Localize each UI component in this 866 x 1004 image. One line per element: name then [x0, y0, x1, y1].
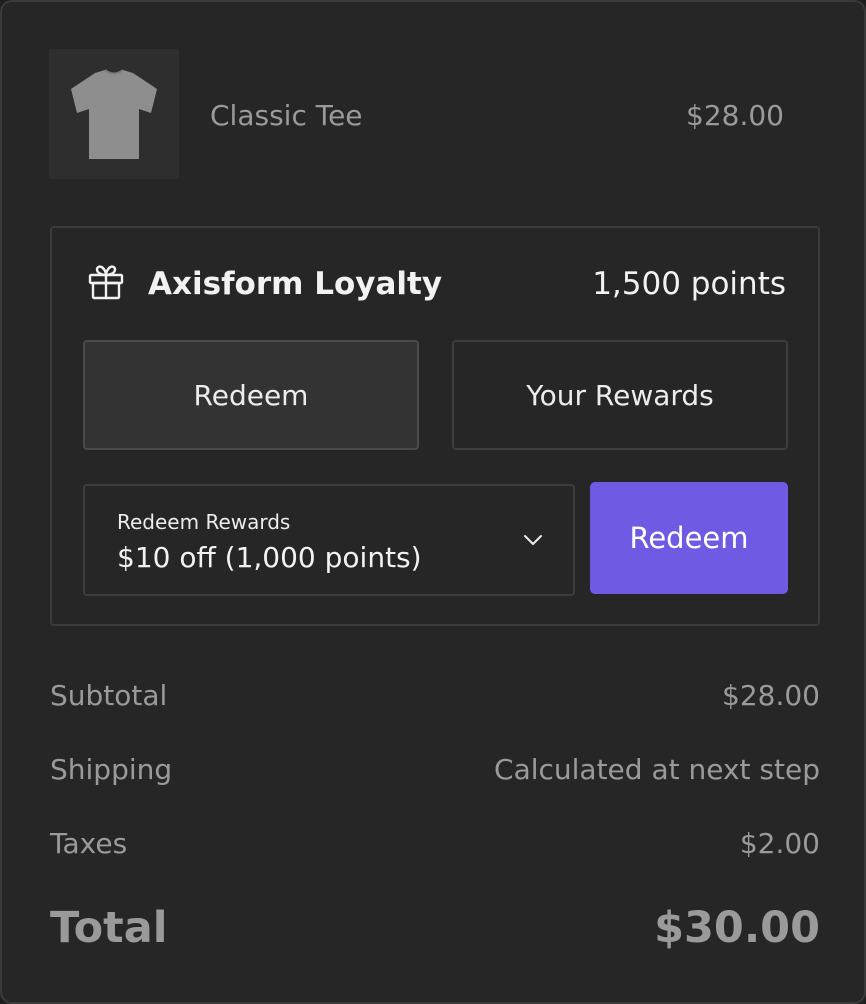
taxes-row: Taxes $2.00 [50, 824, 820, 864]
taxes-value: $2.00 [739, 827, 820, 860]
select-value: $10 off (1,000 points) [117, 541, 422, 574]
tab-redeem[interactable]: Redeem [83, 340, 419, 450]
chevron-down-icon [524, 535, 542, 545]
shipping-row: Shipping Calculated at next step [50, 750, 820, 790]
subtotal-label: Subtotal [50, 679, 168, 712]
tab-your-rewards[interactable]: Your Rewards [452, 340, 788, 450]
shipping-label: Shipping [50, 753, 173, 786]
product-name: Classic Tee [210, 99, 363, 132]
gift-icon [88, 265, 124, 300]
product-thumbnail [49, 49, 179, 179]
redeem-button[interactable]: Redeem [590, 482, 788, 594]
redeem-rewards-select[interactable]: Redeem Rewards $10 off (1,000 points) [83, 484, 575, 596]
taxes-label: Taxes [50, 827, 128, 860]
order-summary-panel: Classic Tee $28.00 Axisform Loyalty 1,50… [0, 0, 866, 1004]
total-value: $30.00 [654, 903, 820, 953]
subtotal-value: $28.00 [722, 679, 820, 712]
points-balance: 1,500 points [592, 266, 786, 302]
shipping-value: Calculated at next step [494, 753, 820, 786]
loyalty-title: Axisform Loyalty [148, 266, 443, 302]
product-price: $28.00 [686, 99, 784, 132]
select-label: Redeem Rewards [117, 510, 291, 534]
subtotal-row: Subtotal $28.00 [50, 676, 820, 716]
total-row: Total $30.00 [50, 900, 820, 956]
total-label: Total [50, 903, 168, 953]
loyalty-card: Axisform Loyalty 1,500 points Redeem You… [50, 226, 820, 626]
t-shirt-icon [71, 69, 157, 159]
